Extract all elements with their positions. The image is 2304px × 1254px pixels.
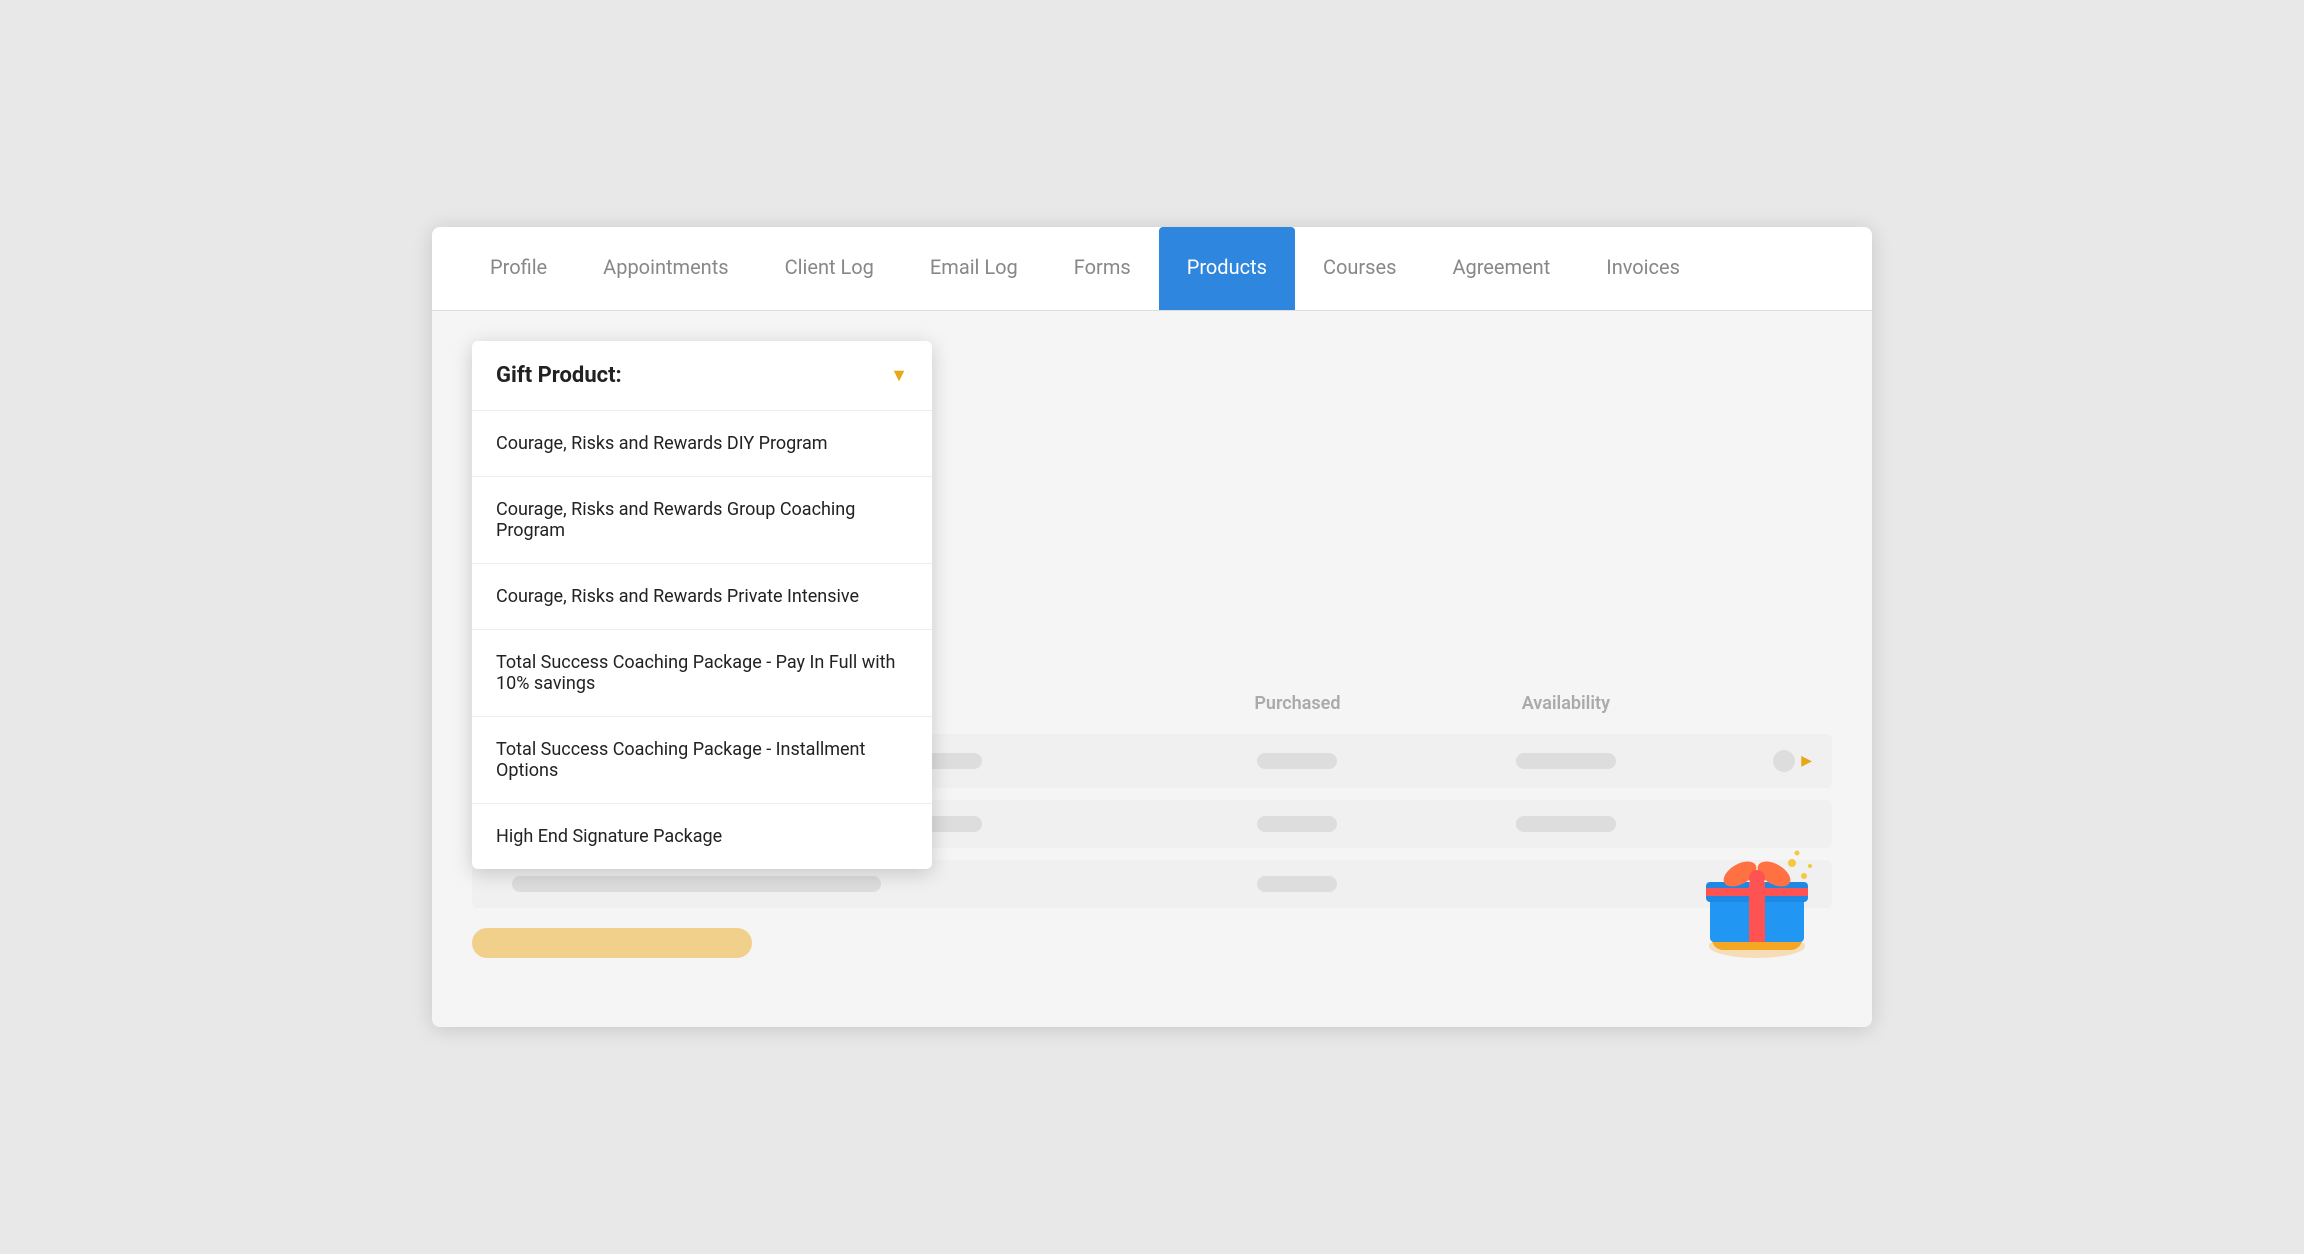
dropdown-header[interactable]: Gift Product: ▼ [472, 341, 932, 411]
dropdown-item-item4[interactable]: Total Success Coaching Package - Pay In … [472, 630, 932, 717]
dropdown-arrow-icon: ▼ [890, 365, 908, 386]
gift-icon [1692, 828, 1822, 958]
gift-icon-container [1692, 828, 1822, 958]
bottom-bar [472, 928, 1832, 958]
tabs-bar: ProfileAppointmentsClient LogEmail LogFo… [432, 227, 1872, 311]
main-container: ProfileAppointmentsClient LogEmail LogFo… [432, 227, 1872, 1027]
col-availability-header: Availability [1432, 693, 1700, 714]
row-availability-cell [1432, 753, 1700, 769]
row-name-cell [472, 876, 1163, 892]
tab-courses[interactable]: Courses [1295, 227, 1424, 310]
tab-invoices[interactable]: Invoices [1578, 227, 1708, 310]
action-arrow-icon: ▶ [1801, 753, 1812, 769]
tab-appointments[interactable]: Appointments [575, 227, 756, 310]
tab-products[interactable]: Products [1159, 227, 1295, 310]
row-purchased-cell [1163, 876, 1431, 892]
tab-client-log[interactable]: Client Log [757, 227, 902, 310]
dropdown-item-item3[interactable]: Courage, Risks and Rewards Private Inten… [472, 564, 932, 630]
dropdown-item-item1[interactable]: Courage, Risks and Rewards DIY Program [472, 411, 932, 477]
dropdown-item-item6[interactable]: High End Signature Package [472, 804, 932, 869]
dropdown-panel: Gift Product: ▼ Courage, Risks and Rewar… [472, 341, 932, 869]
tab-email-log[interactable]: Email Log [902, 227, 1046, 310]
row-purchased-cell [1163, 753, 1431, 769]
tab-profile[interactable]: Profile [462, 227, 575, 310]
row-availability-cell [1432, 816, 1700, 832]
row-actions-cell: ▶ [1700, 750, 1832, 772]
content-area: Gift Product: ▼ Courage, Risks and Rewar… [432, 311, 1872, 988]
tab-agreement[interactable]: Agreement [1424, 227, 1578, 310]
col-purchased-header: Purchased [1163, 693, 1431, 714]
bottom-button-skeleton [472, 928, 752, 958]
dropdown-item-item2[interactable]: Courage, Risks and Rewards Group Coachin… [472, 477, 932, 564]
row-purchased-cell [1163, 816, 1431, 832]
action-circle-icon [1773, 750, 1795, 772]
tab-forms[interactable]: Forms [1046, 227, 1159, 310]
dropdown-item-item5[interactable]: Total Success Coaching Package - Install… [472, 717, 932, 804]
dropdown-header-label: Gift Product: [496, 363, 622, 388]
